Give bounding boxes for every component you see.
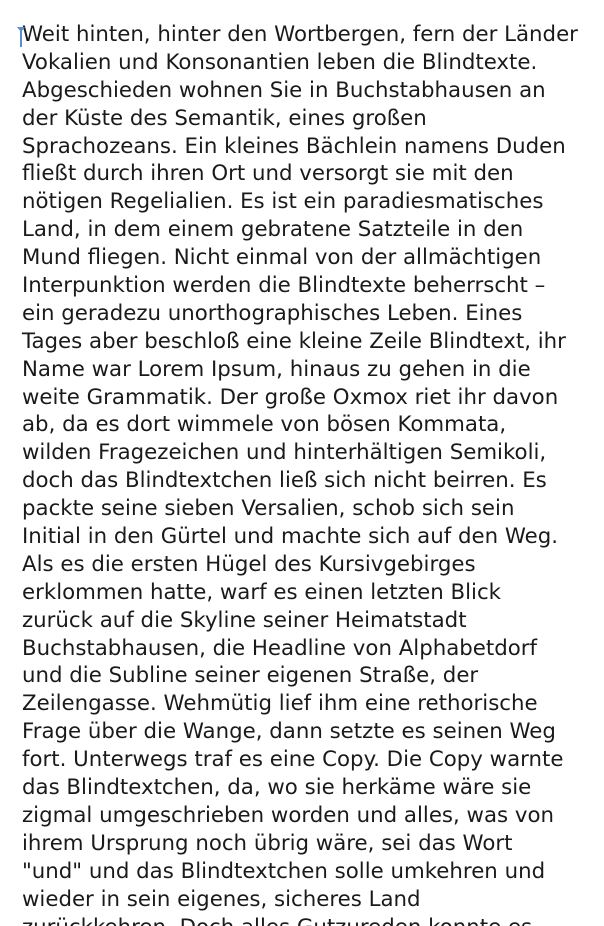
text-line: Land, in dem einem gebratene Satzteile i… — [22, 217, 524, 243]
text-line: Sprachozeans. Ein kleines Bächlein namen… — [22, 133, 566, 159]
text-line: Als es die ersten Hügel des Kursivgebirg… — [22, 551, 476, 577]
text-line: erklommen hatte, warf es einen letzten B… — [22, 579, 501, 605]
text-line: fort. Unterwegs traf es eine Copy. Die C… — [22, 747, 564, 773]
text-line: fließt durch ihren Ort und versorgt sie … — [22, 161, 514, 187]
text-line: Interpunktion werden die Blindtexte behe… — [22, 273, 546, 299]
text-line: zurückkehren. Doch alles Gutzureden konn… — [22, 914, 602, 926]
text-caret-handle-icon[interactable] — [16, 26, 26, 48]
text-line: Abgeschieden wohnen Sie in Buchstabhause… — [22, 77, 546, 103]
text-line: ihrem Ursprung noch übrig wäre, sei das … — [22, 830, 513, 856]
text-line: Buchstabhausen, die Headline von Alphabe… — [22, 635, 538, 661]
text-line: wieder in sein eigenes, sicheres Land — [22, 886, 421, 912]
text-line: Name war Lorem Ipsum, hinaus zu gehen in… — [22, 356, 531, 382]
text-line: nötigen Regelialien. Es ist ein paradies… — [22, 189, 544, 215]
text-line: Tages aber beschloß eine kleine Zeile Bl… — [22, 328, 566, 354]
text-line: ein geradezu unorthographisches Leben. E… — [22, 300, 523, 326]
text-line: Mund fliegen. Nicht einmal von der allmä… — [22, 245, 542, 271]
text-line: und die Subline seiner eigenen Straße, d… — [22, 663, 479, 689]
text-line: doch das Blindtextchen ließ sich nicht b… — [22, 468, 547, 494]
text-line: packte seine sieben Versalien, schob sic… — [22, 496, 515, 522]
text-line: Weit hinten, hinter den Wortbergen, fern… — [22, 22, 578, 47]
text-line: Frage über die Wange, dann setzte es sei… — [22, 719, 556, 745]
text-line: das Blindtextchen, da, wo sie herkäme wä… — [22, 775, 532, 801]
text-line: weite Grammatik. Der große Oxmox riet ih… — [22, 384, 559, 410]
text-line: ab, da es dort wimmele von bösen Kommata… — [22, 412, 507, 438]
text-line: zurück auf die Skyline seiner Heimatstad… — [22, 607, 467, 633]
document-text[interactable]: Weit hinten, hinter den Wortbergen, fern… — [22, 21, 602, 926]
text-line: Vokalien und Konsonantien leben die Blin… — [22, 49, 538, 75]
text-line: der Küste des Semantik, eines großen — [22, 105, 427, 131]
text-line: Zeilengasse. Wehmütig lief ihm eine reth… — [22, 691, 538, 717]
text-editor[interactable]: Weit hinten, hinter den Wortbergen, fern… — [0, 0, 604, 926]
text-line: wilden Fragezeichen und hinterhältigen S… — [22, 440, 547, 466]
text-line: zigmal umgeschrieben worden und alles, w… — [22, 802, 555, 828]
text-line: "und" und das Blindtextchen solle umkehr… — [22, 858, 546, 884]
text-line: Initial in den Gürtel und machte sich au… — [22, 524, 559, 550]
